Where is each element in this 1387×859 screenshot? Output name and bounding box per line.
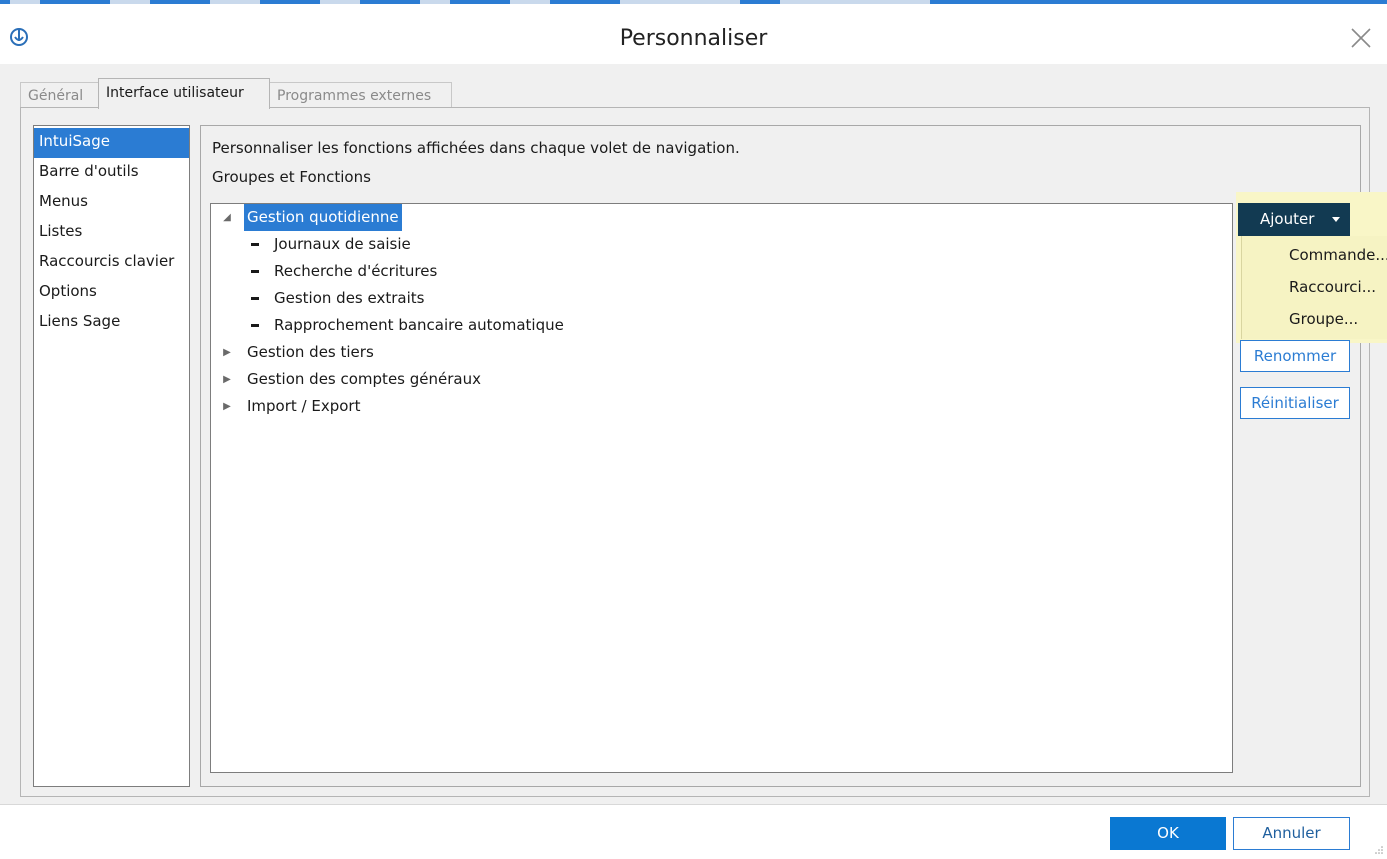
sidebar-item-menus[interactable]: Menus [34,188,189,218]
window-title: Personnaliser [619,26,768,51]
sidebar-list: IntuiSage Barre d'outils Menus Listes Ra… [33,125,190,787]
sidebar-item-barre-doutils[interactable]: Barre d'outils [34,158,189,188]
tree-leaf-label[interactable]: Rapprochement bancaire automatique [271,312,567,339]
bullet-icon [251,270,259,273]
section-label: Groupes et Fonctions [212,168,371,186]
bullet-icon [251,297,259,300]
add-dropdown-menu: Commande... Raccourci... Groupe... [1241,236,1387,339]
tab-interface-utilisateur[interactable]: Interface utilisateur [98,78,270,109]
bullet-icon [251,243,259,246]
sidebar-item-raccourcis-clavier[interactable]: Raccourcis clavier [34,248,189,278]
collapsed-triangle-icon[interactable]: ▶ [221,366,233,393]
menu-item-raccourci[interactable]: Raccourci... [1289,278,1376,296]
menu-item-commande[interactable]: Commande... [1289,246,1387,264]
tree-group-label[interactable]: Import / Export [244,393,363,420]
bullet-icon [251,324,259,327]
rename-button[interactable]: Renommer [1240,340,1350,372]
cancel-button[interactable]: Annuler [1233,817,1350,850]
sidebar-item-intuisage[interactable]: IntuiSage [34,128,189,158]
tree-group-label[interactable]: Gestion des comptes généraux [244,366,484,393]
collapsed-triangle-icon[interactable]: ▶ [221,339,233,366]
expanded-triangle-icon[interactable]: ◢ [221,204,233,231]
title-bar: Personnaliser [0,4,1387,64]
resize-grip-icon[interactable] [1374,845,1384,855]
content-description: Personnaliser les fonctions affichées da… [212,139,740,157]
reset-button[interactable]: Réinitialiser [1240,387,1350,419]
sidebar-item-listes[interactable]: Listes [34,218,189,248]
tree-leaf-label[interactable]: Recherche d'écritures [271,258,440,285]
tree-leaf-label[interactable]: Gestion des extraits [271,285,427,312]
tab-programmes-externes[interactable]: Programmes externes [269,82,452,108]
tab-general[interactable]: Général [20,82,99,108]
functions-tree[interactable]: ◢ Gestion quotidienne Journaux de saisie… [210,203,1233,773]
tree-leaf-label[interactable]: Journaux de saisie [271,231,414,258]
add-button-label: Ajouter [1260,210,1315,228]
close-icon[interactable] [1347,24,1375,52]
sidebar-item-liens-sage[interactable]: Liens Sage [34,308,189,338]
add-button[interactable]: Ajouter [1238,203,1350,236]
sidebar-item-options[interactable]: Options [34,278,189,308]
chevron-down-icon [1332,217,1340,222]
ok-button[interactable]: OK [1110,817,1226,850]
tree-group-label[interactable]: Gestion quotidienne [244,204,402,231]
collapsed-triangle-icon[interactable]: ▶ [221,393,233,420]
tree-group-label[interactable]: Gestion des tiers [244,339,377,366]
menu-item-groupe[interactable]: Groupe... [1289,310,1358,328]
